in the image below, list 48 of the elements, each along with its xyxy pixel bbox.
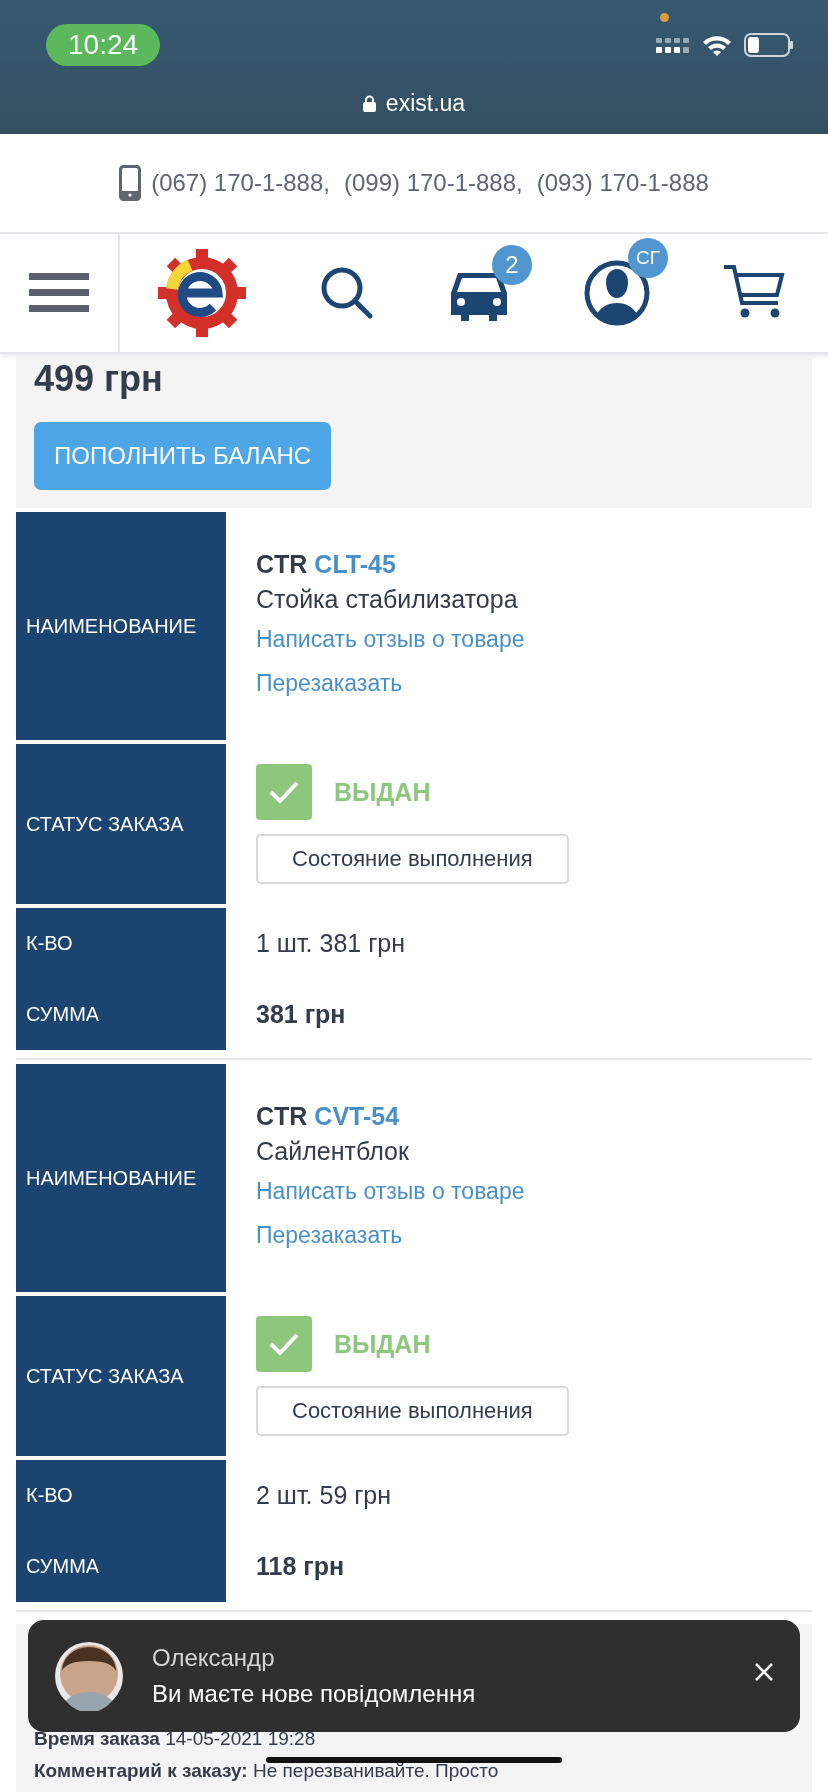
product-name: Стойка стабилизатора [256,585,519,614]
label-cell: СТАТУС ЗАКАЗА [16,1296,226,1456]
reorder-link[interactable]: Перезаказать [256,664,525,702]
balance-amount: 499 грн [34,358,163,400]
avatar-icon [54,1641,124,1711]
progress-button[interactable]: Состояние выполнения [256,1386,569,1436]
battery-icon [744,33,794,57]
sum-label: СУММА [26,1003,100,1026]
order-status: ВЫДАН [334,1329,431,1359]
vehicle-count-badge: 2 [492,245,532,285]
label-cell: НАИМЕНОВАНИЕ [16,512,226,740]
check-icon [268,1331,300,1357]
product-title: CTR CLT-45 [256,550,397,579]
sum-value: 118 грн [256,1552,345,1581]
notification-banner[interactable]: Олександр Ви маєте нове повідомлення [28,1620,800,1732]
quantity-value: 1 шт. 381 грн [256,929,405,958]
sum-value: 381 грн [256,1000,346,1029]
review-link[interactable]: Написать отзыв о товаре [256,1172,525,1210]
phone-number[interactable]: (067) 170-1-888, [151,169,330,197]
phone-number[interactable]: (099) 170-1-888, [343,169,523,197]
sum-label: СУММА [26,1555,100,1578]
close-icon[interactable] [754,1662,774,1682]
label-cell: СТАТУС ЗАКАЗА [16,744,226,904]
wifi-icon [702,34,732,56]
gear-logo-icon[interactable] [156,247,248,339]
clock-time: 10:24 [46,24,161,66]
quantity-label: К-ВО [26,1484,73,1507]
notification-sender: Олександр [152,1644,276,1672]
quantity-label: К-ВО [26,932,73,955]
signal-icon [656,37,690,53]
label-cell: НАИМЕНОВАНИЕ [16,1064,226,1292]
lock-icon [362,95,376,112]
product-title: CTR CVT-54 [256,1102,401,1131]
user-initials-badge: СГ [628,238,668,278]
check-icon [268,779,300,805]
notification-message: Ви маєте нове повідомлення [152,1680,477,1708]
order-info-line: Комментарий к заказу: Не перезванивайте. Просто [34,1760,499,1782]
menu-icon[interactable] [29,273,89,313]
phone-icon [119,165,142,201]
reorder-link[interactable]: Перезаказать [256,1216,525,1254]
order-status: ВЫДАН [334,777,431,807]
quantity-value: 2 шт. 59 грн [256,1481,392,1510]
progress-button[interactable]: Состояние выполнения [256,834,569,884]
search-icon[interactable] [320,266,374,320]
product-name: Сайлентблок [256,1137,410,1166]
phone-number[interactable]: (093) 170-1-888 [536,169,709,197]
url-text[interactable]: exist.ua [385,90,466,117]
review-link[interactable]: Написать отзыв о товаре [256,620,525,658]
